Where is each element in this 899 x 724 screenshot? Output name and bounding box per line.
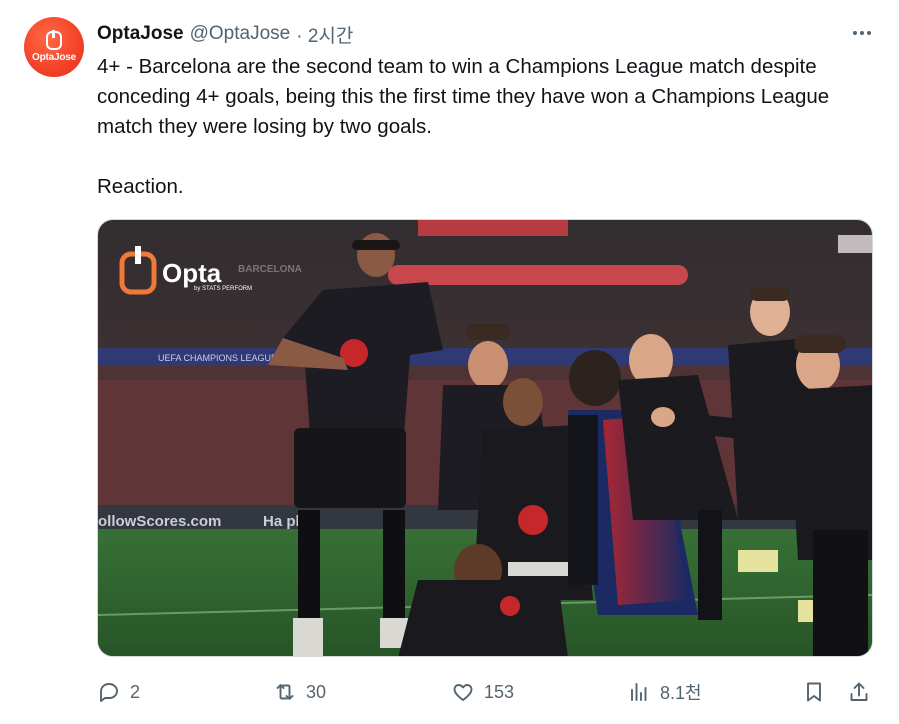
retweet-button[interactable]: 30 [273, 676, 326, 708]
timestamp[interactable]: · 2시간 [296, 21, 353, 48]
tweet-text-reaction: Reaction. [97, 175, 184, 198]
bookmark-icon [807, 682, 821, 702]
board-top-text: BARCELONA [238, 264, 302, 275]
opta-logo-icon [46, 30, 62, 50]
author-handle[interactable]: @OptaJose [190, 23, 291, 45]
watermark-text: Opta [162, 258, 222, 288]
like-icon [453, 684, 473, 701]
reply-icon [100, 683, 118, 702]
tweet-header: OptaJose @OptaJose · 2시간 [97, 21, 353, 47]
reply-button[interactable]: 2 [97, 676, 140, 708]
retweet-count: 30 [306, 681, 327, 702]
share-icon [850, 682, 868, 701]
action-bar: 2 30 153 8.1천 [97, 676, 873, 708]
avatar-label: OptaJose [32, 52, 76, 63]
tweet-photo[interactable]: UEFA CHAMPIONS LEAGUE ollowScores.com Ha… [97, 219, 873, 657]
bookmark-button[interactable] [802, 676, 826, 708]
reply-count: 2 [130, 681, 141, 702]
more-icon[interactable] [849, 22, 875, 44]
views-button[interactable]: 8.1천 [627, 676, 702, 708]
views-icon [631, 683, 647, 701]
tweet-text: 4+ - Barcelona are the second team to wi… [97, 52, 867, 202]
share-button[interactable] [847, 676, 871, 708]
tweet-text-main: 4+ - Barcelona are the second team to wi… [97, 55, 830, 138]
like-count: 153 [484, 681, 515, 702]
retweet-icon [276, 684, 294, 700]
tweet: OptaJose OptaJose @OptaJose · 2시간 4+ - B… [0, 0, 899, 724]
avatar[interactable]: OptaJose [24, 17, 84, 77]
photo-scene: UEFA CHAMPIONS LEAGUE ollowScores.com Ha… [98, 220, 872, 656]
views-count: 8.1천 [660, 683, 702, 703]
author-name[interactable]: OptaJose [97, 23, 184, 45]
watermark-sub: by STATS PERFORM [194, 286, 252, 292]
like-button[interactable]: 153 [451, 676, 514, 708]
